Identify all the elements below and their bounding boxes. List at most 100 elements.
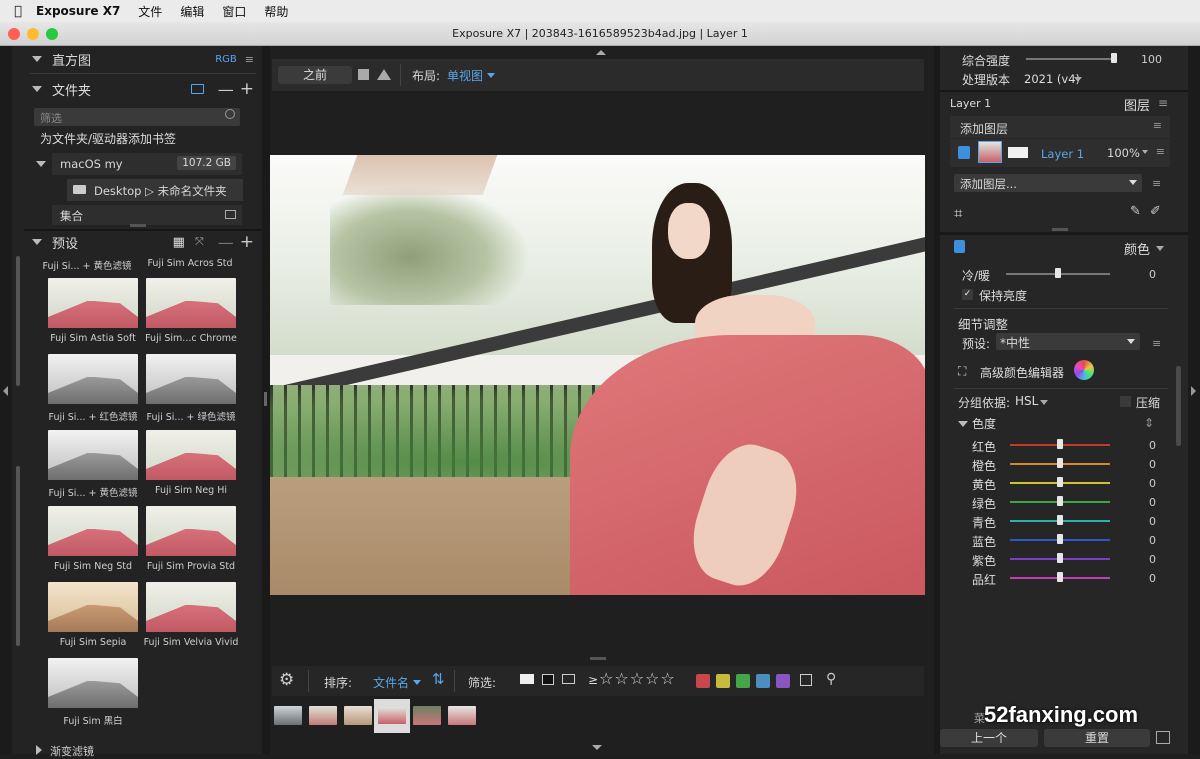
preset-thumbnail[interactable] xyxy=(48,582,138,632)
hue-slider-knob[interactable] xyxy=(1057,553,1063,563)
filmstrip-thumb[interactable] xyxy=(274,706,302,725)
hue-slider-knob[interactable] xyxy=(1057,439,1063,449)
brush-icon[interactable]: ✐ xyxy=(1150,204,1161,219)
unflag-icon[interactable] xyxy=(562,674,575,684)
preset-thumbnail[interactable] xyxy=(48,658,138,708)
flag-icon[interactable] xyxy=(520,674,534,684)
layout-dropdown[interactable]: 单视图 xyxy=(447,67,483,84)
color-label-swatch[interactable] xyxy=(716,674,730,688)
preset-thumbnail[interactable] xyxy=(48,506,138,556)
bookmark-text[interactable]: 为文件夹/驱动器添加书签 xyxy=(40,130,176,147)
collapse-triangle-icon[interactable] xyxy=(958,421,968,427)
folder-path-row[interactable]: Desktop ▷ 未命名文件夹 xyxy=(67,179,243,201)
menu-app-name[interactable]: Exposure X7 xyxy=(36,4,120,18)
color-label-swatch[interactable] xyxy=(756,674,770,688)
crop-icon[interactable]: ⌗ xyxy=(954,204,962,222)
preserve-brightness-checkbox[interactable]: ✓ xyxy=(962,289,973,300)
eraser-icon[interactable]: ✎ xyxy=(1130,204,1141,219)
preset-thumbnail[interactable] xyxy=(146,354,236,404)
preset-thumbnail[interactable] xyxy=(146,506,236,556)
layers-menu-icon[interactable]: ≡ xyxy=(1158,96,1168,110)
overall-strength-knob[interactable] xyxy=(1111,53,1117,63)
close-window-button[interactable] xyxy=(8,28,20,40)
rating-ge[interactable]: ≥ xyxy=(588,673,598,687)
group-by-dropdown[interactable]: HSL xyxy=(1015,394,1038,408)
filmstrip-thumb[interactable] xyxy=(344,706,372,725)
menu-window[interactable]: 窗口 xyxy=(222,3,246,20)
menu-help[interactable]: 帮助 xyxy=(264,3,288,20)
next-group-header[interactable]: 渐变滤镜 xyxy=(36,743,94,759)
add-preset-icon[interactable]: + xyxy=(240,232,254,252)
presets-scrollbar-thumb[interactable] xyxy=(16,466,20,646)
layer-options-icon[interactable]: ≡ xyxy=(1152,177,1161,190)
star-rating-filter[interactable]: ☆☆☆☆☆ xyxy=(599,669,676,688)
hue-slider-knob[interactable] xyxy=(1057,534,1063,544)
reject-flag-icon[interactable] xyxy=(542,674,554,685)
overall-strength-slider[interactable] xyxy=(1026,58,1116,60)
menu-file[interactable]: 文件 xyxy=(138,3,162,20)
hue-slider-knob[interactable] xyxy=(1057,458,1063,468)
previous-button[interactable]: 上一个 xyxy=(940,729,1038,747)
search-pin-icon[interactable]: ⚲ xyxy=(826,671,836,687)
cool-warm-knob[interactable] xyxy=(1055,268,1061,278)
layer-row[interactable]: Layer 1 100% ≡ xyxy=(950,139,1170,167)
panel-layout-icon[interactable] xyxy=(1156,731,1170,744)
hue-slider-knob[interactable] xyxy=(1057,477,1063,487)
process-version-dropdown[interactable]: 2021 (v4) xyxy=(1024,72,1080,86)
folder-browse-icon[interactable] xyxy=(190,84,204,94)
advanced-color-editor-label[interactable]: 高级颜色编辑器 xyxy=(980,364,1064,381)
layer-thumbnail[interactable] xyxy=(978,141,1002,163)
add-folder-icon[interactable]: + xyxy=(240,79,254,99)
remove-preset-icon[interactable]: — xyxy=(218,233,234,252)
expand-view-icon[interactable]: ⤧ xyxy=(195,235,204,249)
collections-row[interactable]: 集合 xyxy=(52,205,242,225)
color-preset-dropdown[interactable]: *中性 xyxy=(996,333,1140,350)
collapse-bottom-icon[interactable] xyxy=(592,745,602,750)
sort-direction-icon[interactable]: ⇅ xyxy=(432,670,445,688)
layer-opacity[interactable]: 100% xyxy=(1107,146,1140,160)
chevron-down-icon[interactable] xyxy=(1156,246,1164,251)
hue-slider-knob[interactable] xyxy=(1057,496,1063,506)
collapse-triangle-icon[interactable] xyxy=(32,239,42,245)
compress-checkbox[interactable] xyxy=(1120,396,1131,407)
preset-options-icon[interactable]: ≡ xyxy=(1152,337,1161,350)
color-label-swatch[interactable] xyxy=(736,674,750,688)
zoom-window-button[interactable] xyxy=(46,28,58,40)
presets-header[interactable]: 预设 ▦ ⤧ — + xyxy=(24,229,262,255)
filmstrip-thumb[interactable] xyxy=(448,706,476,725)
chevron-down-icon[interactable] xyxy=(1142,150,1148,154)
collapse-top-icon[interactable] xyxy=(596,50,606,55)
menu-icon[interactable]: ≡ xyxy=(1153,119,1162,132)
menu-edit[interactable]: 编辑 xyxy=(180,3,204,20)
preset-thumbnail[interactable] xyxy=(146,582,236,632)
filmstrip-thumb-selected[interactable] xyxy=(378,707,406,724)
preset-thumbnail[interactable] xyxy=(48,278,138,328)
filmstrip-thumb[interactable] xyxy=(413,706,441,725)
right-panel-scrollbar[interactable] xyxy=(1176,366,1181,446)
resize-handle[interactable] xyxy=(130,224,146,227)
preset-thumbnail[interactable] xyxy=(48,354,138,404)
collapse-triangle-icon[interactable] xyxy=(32,86,42,92)
hue-slider-knob[interactable] xyxy=(1057,515,1063,525)
menu-icon[interactable]: ≡ xyxy=(245,53,254,66)
reorder-icon[interactable]: ⇕ xyxy=(1144,416,1154,430)
drive-row[interactable]: macOS my 107.2 GB xyxy=(52,153,242,175)
before-button[interactable]: 之前 xyxy=(278,66,352,84)
histogram-mode[interactable]: RGB xyxy=(215,54,237,65)
resize-handle[interactable] xyxy=(590,657,606,660)
filmstrip-selected-frame[interactable] xyxy=(374,699,410,733)
chevron-down-icon[interactable] xyxy=(1074,77,1082,82)
folder-filter-input[interactable]: 筛选 xyxy=(34,108,240,126)
collections-icon[interactable] xyxy=(225,210,236,219)
panel-visibility-icon[interactable] xyxy=(954,240,965,253)
hue-slider-knob[interactable] xyxy=(1057,572,1063,582)
presets-scrollbar[interactable] xyxy=(16,256,20,386)
no-color-label[interactable] xyxy=(800,674,812,686)
histogram-header[interactable]: 直方图 RGB ≡ xyxy=(24,46,262,72)
collapse-triangle-icon[interactable] xyxy=(32,56,42,62)
add-layer-row[interactable]: 添加图层 ≡ xyxy=(950,116,1170,138)
color-label-swatch[interactable] xyxy=(696,674,710,688)
sort-dropdown[interactable]: 文件名 xyxy=(373,674,409,691)
chevron-down-icon[interactable] xyxy=(413,680,421,685)
preset-thumbnail[interactable] xyxy=(48,430,138,480)
